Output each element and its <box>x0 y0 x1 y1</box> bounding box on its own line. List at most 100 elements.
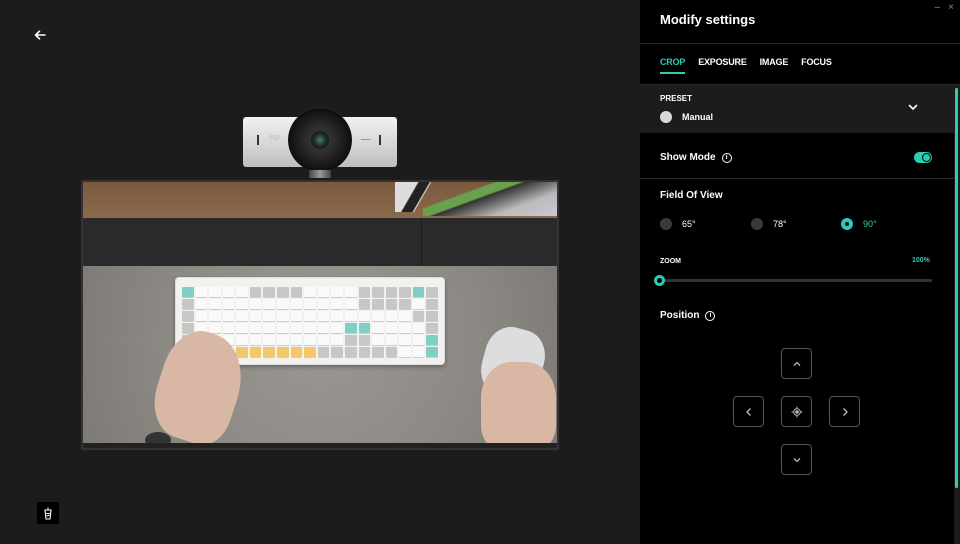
keyboard-key <box>426 347 438 357</box>
keyboard-key <box>317 347 330 357</box>
chevron-down-icon <box>793 457 800 462</box>
back-button[interactable] <box>30 26 50 44</box>
pan-up-button[interactable] <box>781 348 812 379</box>
webcam-indicator <box>257 135 259 145</box>
keyboard-key <box>412 347 425 357</box>
keyboard-key <box>290 299 303 309</box>
keyboard-key <box>412 335 425 345</box>
keyboard-key <box>249 287 262 297</box>
keyboard-key <box>209 323 221 333</box>
keyboard-key <box>385 287 398 297</box>
preview-bottom-edge <box>83 443 557 448</box>
keyboard-key <box>344 287 357 297</box>
radio-button[interactable] <box>751 218 763 230</box>
keyboard-key <box>263 311 276 321</box>
keyboard-key <box>344 299 357 309</box>
keyboard-key <box>344 335 357 345</box>
minimize-button[interactable]: – <box>935 2 941 14</box>
center-position-button[interactable] <box>781 396 812 427</box>
clean-view-icon <box>44 507 52 520</box>
show-mode-row: Show Mode i <box>660 152 732 163</box>
keyboard-key <box>412 299 425 309</box>
divider <box>640 178 954 179</box>
tab-crop[interactable]: CROP <box>660 57 686 74</box>
webcam-image: logi <box>243 108 397 180</box>
scrollbar-thumb[interactable] <box>955 88 958 488</box>
keyboard-key <box>209 299 221 309</box>
keyboard-key <box>304 323 316 333</box>
keyboard-key <box>399 335 411 345</box>
keyboard-key <box>277 287 289 297</box>
keyboard-key <box>426 287 438 297</box>
keyboard-key <box>222 311 235 321</box>
keyboard-key <box>317 299 330 309</box>
pan-right-button[interactable] <box>829 396 860 427</box>
info-icon[interactable]: i <box>705 310 716 321</box>
radio-button-selected[interactable] <box>841 218 853 230</box>
radio-button[interactable] <box>660 218 672 230</box>
fov-option-90[interactable]: 90° <box>841 218 877 230</box>
zoom-slider-track[interactable] <box>660 279 932 282</box>
camera-preview-area: logi <box>0 0 640 544</box>
keyboard-key <box>317 311 330 321</box>
fov-option-label: 65° <box>682 219 696 229</box>
clean-lens-button[interactable] <box>37 502 59 524</box>
keyboard-key <box>263 323 276 333</box>
close-button[interactable]: × <box>948 2 954 14</box>
keyboard-key <box>209 311 221 321</box>
tab-image[interactable]: IMAGE <box>760 57 789 74</box>
keyboard-key <box>331 311 343 321</box>
keyboard-key <box>195 311 208 321</box>
show-mode-toggle[interactable] <box>914 152 932 163</box>
keyboard-key <box>304 347 316 357</box>
panel-title: Modify settings <box>660 12 756 27</box>
keyboard-key <box>372 299 384 309</box>
keyboard-key <box>249 299 262 309</box>
settings-tabs: CROP EXPOSURE IMAGE FOCUS <box>660 57 832 74</box>
position-title: Position <box>660 310 700 321</box>
keyboard-key <box>372 323 384 333</box>
chevron-up-icon <box>793 361 800 366</box>
fov-option-65[interactable]: 65° <box>660 218 696 230</box>
arrow-left-icon <box>34 30 46 40</box>
keyboard-key <box>182 311 194 321</box>
info-icon[interactable]: i <box>721 152 732 163</box>
preset-dropdown[interactable]: PRESET Manual <box>640 85 954 133</box>
keyboard-key <box>263 335 276 345</box>
zoom-value: 100% <box>912 257 930 264</box>
video-preview <box>81 180 559 450</box>
keyboard-key <box>277 347 289 357</box>
keyboard-key <box>249 335 262 345</box>
keyboard-key <box>385 323 398 333</box>
keyboard-key <box>358 323 371 333</box>
fov-option-78[interactable]: 78° <box>751 218 787 230</box>
keyboard-key <box>304 287 316 297</box>
pan-left-button[interactable] <box>733 396 764 427</box>
chevron-left-icon <box>745 407 751 416</box>
keyboard-key <box>304 311 316 321</box>
chevron-right-icon <box>842 407 848 416</box>
keyboard-key <box>182 287 194 297</box>
keyboard-key <box>358 347 371 357</box>
keyboard-key <box>290 323 303 333</box>
keyboard-key <box>426 323 438 333</box>
keyboard-key <box>222 299 235 309</box>
keyboard-key <box>412 323 425 333</box>
keyboard-key <box>249 323 262 333</box>
pan-down-button[interactable] <box>781 444 812 475</box>
tab-focus[interactable]: FOCUS <box>801 57 832 74</box>
keyboard-key <box>195 287 208 297</box>
keyboard-key <box>236 311 248 321</box>
keyboard-key <box>236 287 248 297</box>
keyboard-key <box>236 335 248 345</box>
keyboard-key <box>344 323 357 333</box>
position-row: Position i <box>660 310 716 321</box>
webcam-mark <box>361 139 371 140</box>
tab-exposure[interactable]: EXPOSURE <box>698 57 747 74</box>
webcam-logo: logi <box>269 134 280 141</box>
keyboard-key <box>426 335 438 345</box>
webcam-mount <box>309 170 331 178</box>
keyboard-key <box>399 347 411 357</box>
zoom-slider-thumb[interactable] <box>654 275 665 286</box>
keyboard-key <box>249 311 262 321</box>
